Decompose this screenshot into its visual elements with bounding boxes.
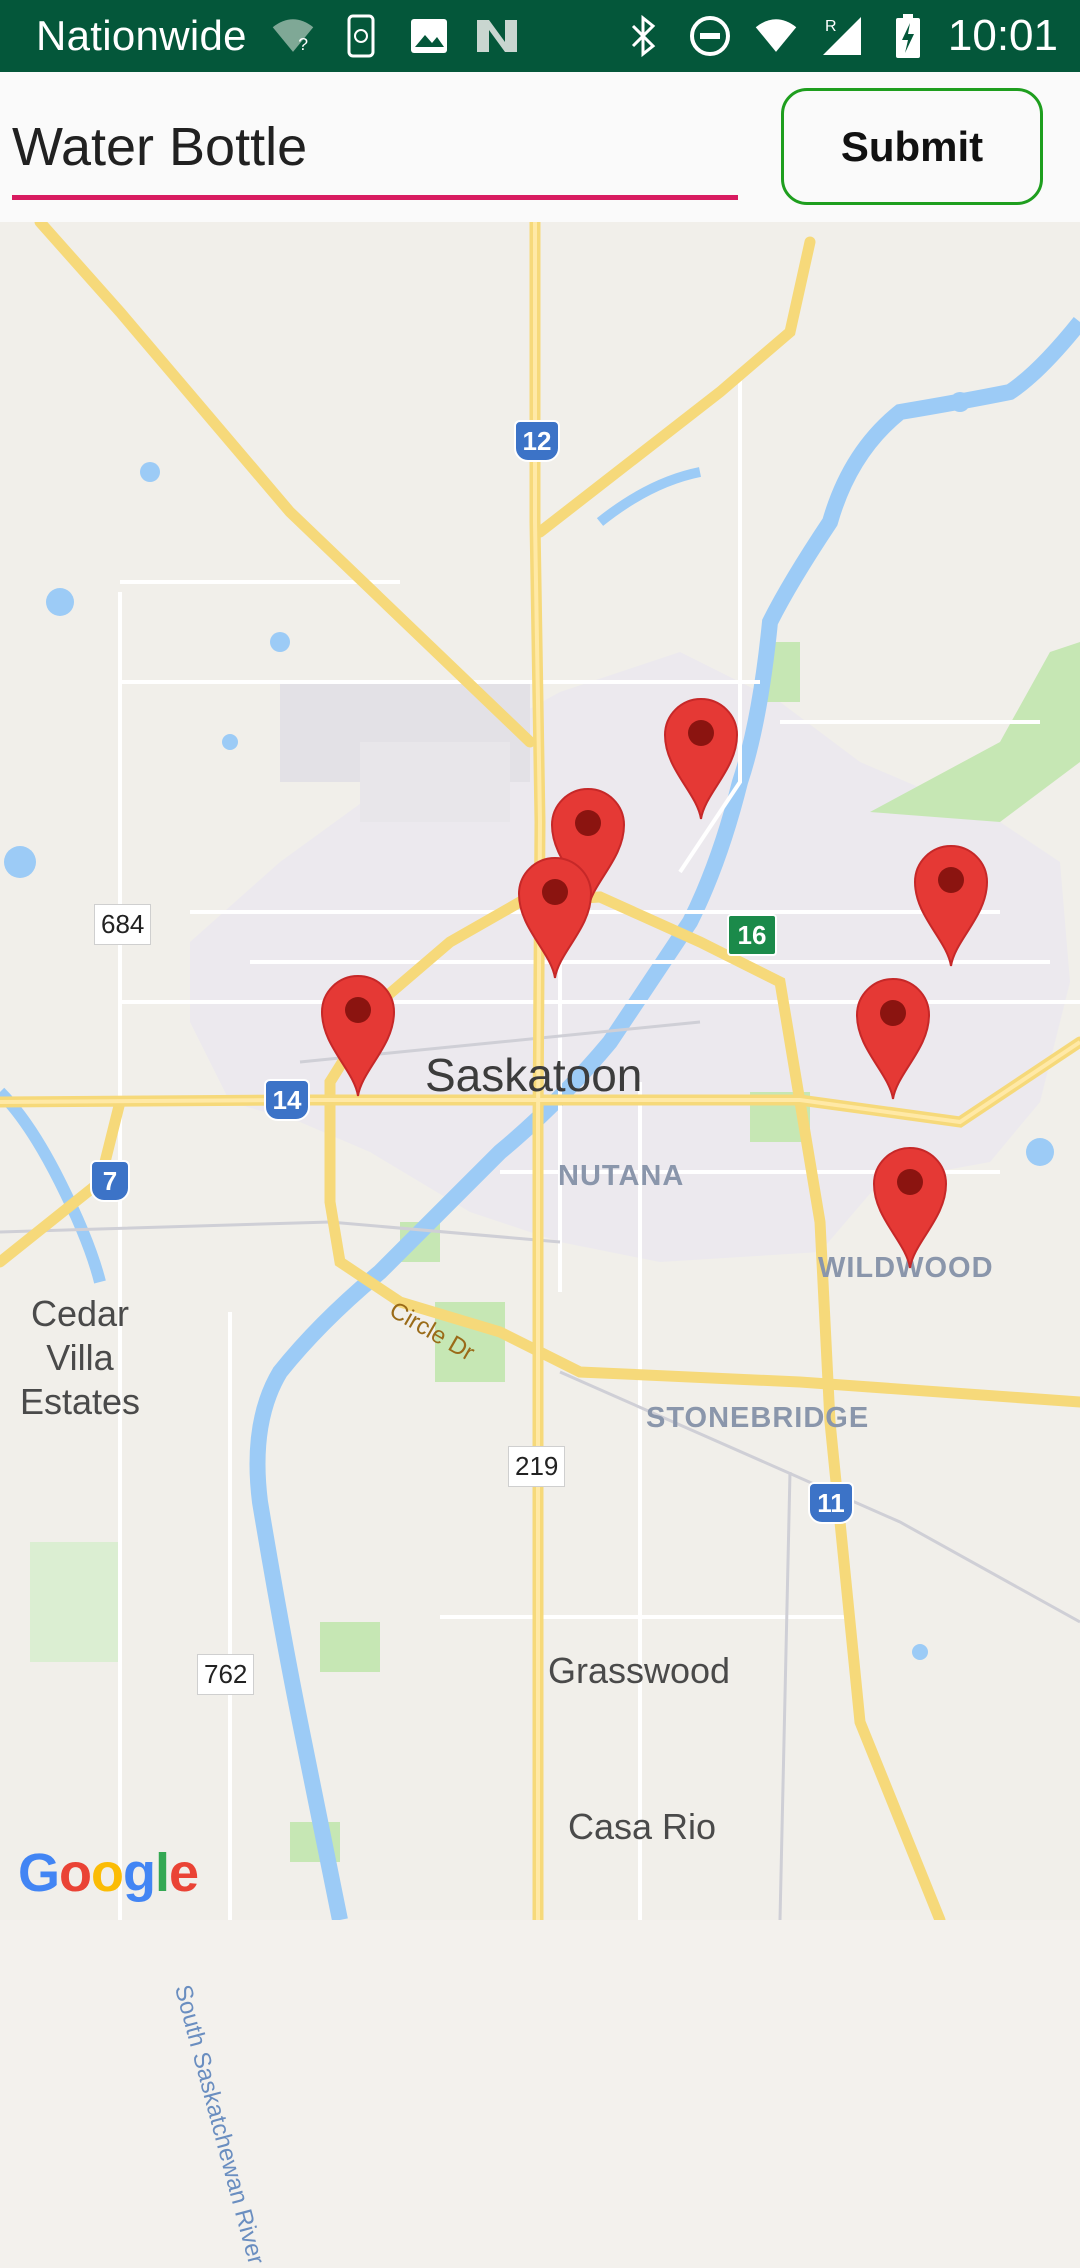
place-label-casa-rio: Casa Rio (568, 1806, 717, 1847)
highway-shield-12: 12 (514, 420, 560, 462)
bluetooth-icon (622, 14, 666, 58)
map-marker[interactable] (872, 1146, 948, 1270)
map-marker[interactable] (855, 977, 931, 1101)
place-label-grasswood: Grasswood (548, 1650, 731, 1691)
clock: 10:01 (947, 11, 1058, 60)
carrier-name: Nationwide (36, 12, 247, 59)
system-icons: R (622, 14, 930, 58)
highway-shield-7: 7 (90, 1160, 130, 1202)
map-marker[interactable] (320, 974, 396, 1098)
neighborhood-label-stonebridge: STONEBRIDGE (646, 1402, 870, 1434)
search-input[interactable] (12, 112, 738, 182)
image-icon (407, 14, 451, 58)
wifi-icon (754, 14, 798, 58)
notification-icons: ? (271, 14, 519, 58)
submit-button[interactable]: Submit (781, 88, 1043, 205)
map-marker[interactable] (913, 844, 989, 968)
signal-icon: R (820, 14, 864, 58)
map-marker[interactable] (517, 856, 593, 980)
battery-charging-icon (886, 14, 930, 58)
neighborhood-label-nutana: NUTANA (558, 1160, 685, 1192)
map-marker[interactable] (663, 697, 739, 821)
highway-shield-11: 11 (808, 1482, 854, 1524)
n-logo-icon (475, 14, 519, 58)
svg-text:R: R (825, 18, 837, 35)
highway-shield-14: 14 (264, 1079, 310, 1121)
phone-sync-icon (339, 14, 383, 58)
google-logo: Google (18, 1843, 199, 1903)
city-label: Saskatoon (425, 1049, 643, 1101)
status-bar: Nationwide ? R 10:01 (0, 0, 1080, 72)
road-number-762: 762 (197, 1654, 255, 1695)
road-number-219: 219 (508, 1446, 566, 1487)
road-number-684: 684 (94, 904, 152, 945)
highway-shield-16: 16 (727, 914, 777, 956)
place-label-cedar-villa: Cedar Villa Estates (19, 1293, 141, 1422)
search-toolbar: Submit (0, 72, 1080, 222)
input-underline (12, 195, 738, 200)
do-not-disturb-icon (688, 14, 732, 58)
river-label: South Saskatchewan River (168, 1982, 270, 2268)
map-view[interactable]: Saskatoon NUTANA WILDWOOD STONEBRIDGE Ce… (0, 222, 1080, 2267)
svg-text:?: ? (298, 34, 308, 54)
wifi-question-icon: ? (271, 14, 315, 58)
